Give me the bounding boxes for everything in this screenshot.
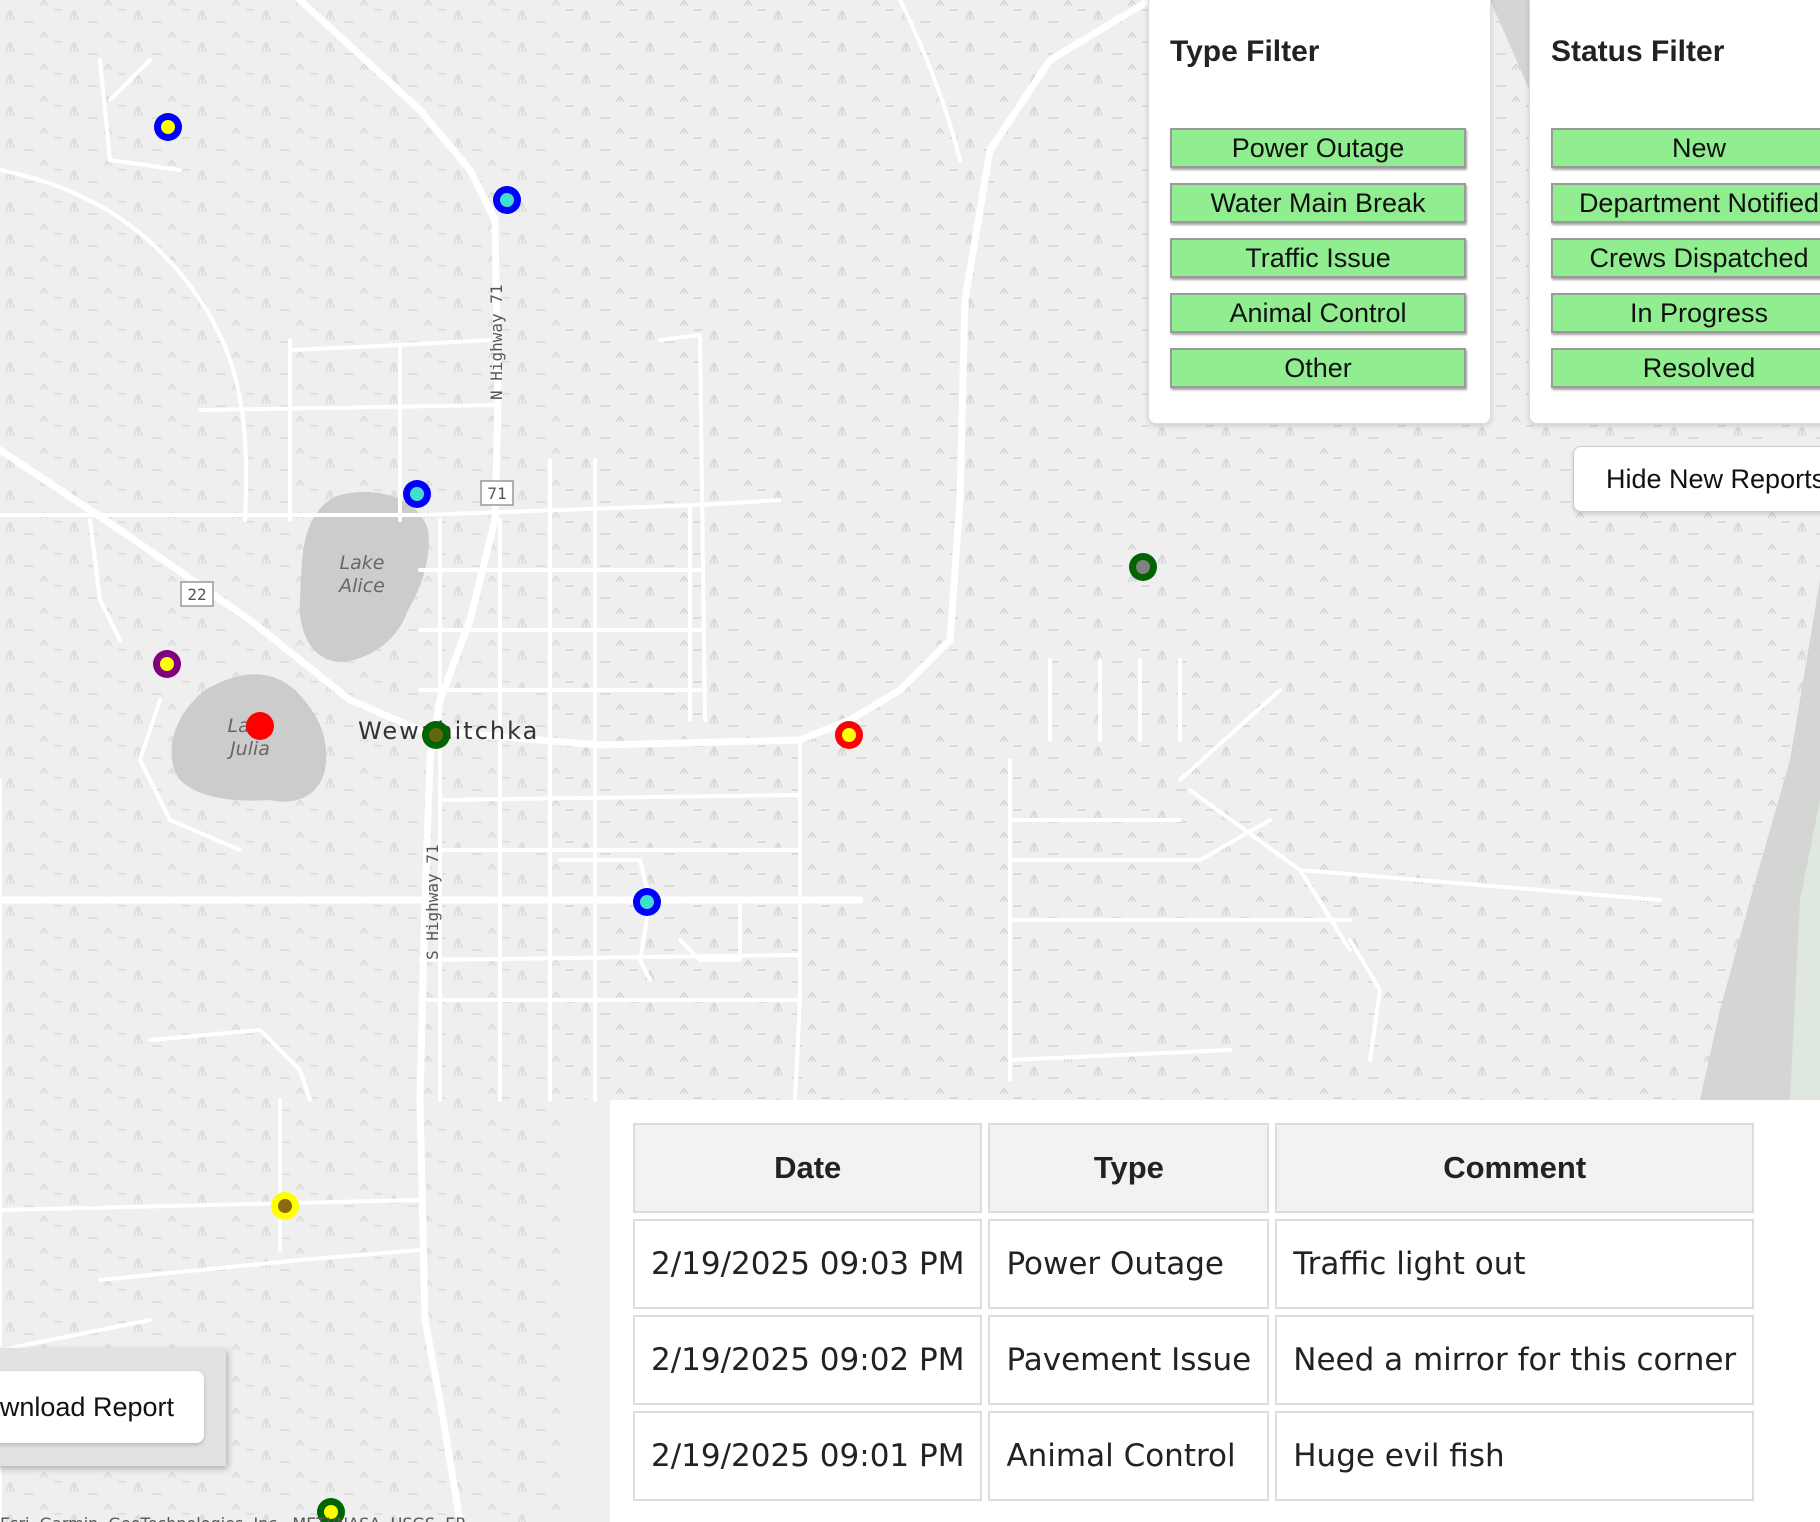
- filter-status-in-progress[interactable]: In Progress: [1551, 293, 1820, 333]
- map-marker[interactable]: [246, 712, 274, 740]
- route-22-shield-label: 22: [187, 585, 206, 604]
- map-marker[interactable]: [403, 480, 431, 508]
- map-marker[interactable]: [422, 721, 450, 749]
- type-filter-panel: Type Filter Power Outage Water Main Brea…: [1148, 0, 1491, 424]
- cell-type: Animal Control: [988, 1411, 1270, 1501]
- report-table: Date Type Comment 2/19/2025 09:03 PM Pow…: [627, 1117, 1760, 1507]
- column-header-comment[interactable]: Comment: [1275, 1123, 1755, 1213]
- filter-power-outage[interactable]: Power Outage: [1170, 128, 1466, 168]
- filter-status-resolved[interactable]: Resolved: [1551, 348, 1820, 388]
- cell-comment: Traffic light out: [1275, 1219, 1755, 1309]
- lake-julia-label-2: Julia: [226, 738, 270, 760]
- table-header-row: Date Type Comment: [633, 1123, 1755, 1213]
- map-marker[interactable]: [633, 888, 661, 916]
- column-header-date[interactable]: Date: [633, 1123, 983, 1213]
- cell-type: Pavement Issue: [988, 1315, 1270, 1405]
- filter-status-crews-dispatched[interactable]: Crews Dispatched: [1551, 238, 1820, 278]
- cell-type: Power Outage: [988, 1219, 1270, 1309]
- map-marker[interactable]: [271, 1192, 299, 1220]
- cell-date: 2/19/2025 09:02 PM: [633, 1315, 983, 1405]
- map-attribution[interactable]: Esri, Garmin, GeoTechnologies, Inc., MET…: [0, 1510, 610, 1522]
- map-marker[interactable]: [1129, 553, 1157, 581]
- filter-status-new[interactable]: New: [1551, 128, 1820, 168]
- column-header-type[interactable]: Type: [988, 1123, 1270, 1213]
- download-report-container: Download Report: [0, 1348, 226, 1466]
- table-row[interactable]: 2/19/2025 09:02 PM Pavement Issue Need a…: [633, 1315, 1755, 1405]
- status-filter-title: Status Filter: [1551, 35, 1725, 68]
- table-row[interactable]: 2/19/2025 09:03 PM Power Outage Traffic …: [633, 1219, 1755, 1309]
- map-marker[interactable]: [493, 186, 521, 214]
- hide-new-reports-button[interactable]: Hide New Reports: [1573, 446, 1820, 512]
- filter-status-department-notified[interactable]: Department Notified: [1551, 183, 1820, 223]
- n-highway-label: N Highway 71: [487, 284, 506, 400]
- cell-date: 2/19/2025 09:03 PM: [633, 1219, 983, 1309]
- filter-water-main-break[interactable]: Water Main Break: [1170, 183, 1466, 223]
- lake-alice-label-2: Alice: [337, 575, 385, 597]
- cell-date: 2/19/2025 09:01 PM: [633, 1411, 983, 1501]
- map-marker[interactable]: [153, 650, 181, 678]
- cell-comment: Need a mirror for this corner: [1275, 1315, 1755, 1405]
- lake-alice-label: Lake: [340, 552, 385, 574]
- type-filter-title: Type Filter: [1170, 35, 1320, 68]
- download-report-button[interactable]: Download Report: [0, 1371, 204, 1443]
- table-row[interactable]: 2/19/2025 09:01 PM Animal Control Huge e…: [633, 1411, 1755, 1501]
- status-filter-panel: Status Filter New Department Notified Cr…: [1529, 0, 1820, 424]
- cell-comment: Huge evil fish: [1275, 1411, 1755, 1501]
- map-marker[interactable]: [835, 721, 863, 749]
- report-table-panel: Date Type Comment 2/19/2025 09:03 PM Pow…: [610, 1100, 1820, 1522]
- filter-other[interactable]: Other: [1170, 348, 1466, 388]
- filter-traffic-issue[interactable]: Traffic Issue: [1170, 238, 1466, 278]
- s-highway-label: S Highway 71: [423, 844, 442, 960]
- filter-animal-control[interactable]: Animal Control: [1170, 293, 1466, 333]
- route-71-shield-label: 71: [487, 484, 506, 503]
- map-marker[interactable]: [154, 113, 182, 141]
